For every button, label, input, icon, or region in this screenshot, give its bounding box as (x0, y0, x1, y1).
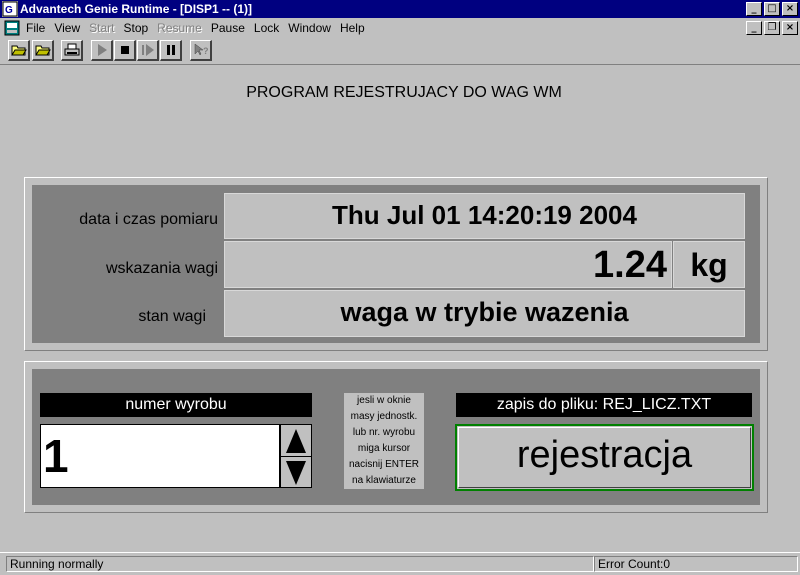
help-button[interactable]: ? (190, 40, 212, 61)
weight-unit-box: kg (673, 241, 745, 288)
product-number-header: numer wyrobu (40, 393, 312, 417)
open-display-icon (34, 45, 51, 56)
datetime-label: data i czas pomiaru (79, 211, 218, 228)
product-number-value: 1 (43, 430, 69, 482)
title-bar: G Advantech Genie Runtime - [DISP1 -- (1… (0, 0, 800, 18)
menu-file[interactable]: File (24, 21, 52, 35)
minimize-button[interactable]: _ (746, 2, 762, 16)
mdi-restore-button[interactable]: ❐ (764, 21, 780, 35)
mdi-minimize-button[interactable]: _ (746, 21, 762, 35)
menu-stop[interactable]: Stop (121, 21, 155, 35)
arrow-up-icon (286, 428, 306, 453)
datetime-value: Thu Jul 01 14:20:19 2004 (332, 200, 637, 230)
workspace-border (0, 64, 800, 65)
note-line: miga kursor (357, 443, 411, 454)
menu-window[interactable]: Window (286, 21, 338, 35)
register-button[interactable]: rejestracja (455, 424, 754, 491)
arrow-down-icon (286, 460, 306, 485)
note-line: jesli w oknie (357, 395, 411, 406)
app-icon: G (2, 1, 18, 17)
product-number-stepper[interactable] (280, 424, 312, 488)
pause-button[interactable] (160, 40, 182, 61)
state-value: waga w trybie wazenia (340, 297, 629, 327)
svg-text:G: G (5, 5, 13, 16)
note-line: na klawiaturze (352, 475, 416, 486)
product-number-input[interactable]: 1 (40, 424, 280, 488)
close-button[interactable]: × (782, 2, 798, 16)
open-folder-button[interactable] (8, 40, 30, 61)
stepper-down-button[interactable] (281, 457, 311, 488)
instruction-note: jesli w oknie masy jednostk. lub nr. wyr… (344, 393, 424, 489)
note-line: nacisnij ENTER (348, 459, 420, 470)
weight-value: 1.24 (593, 244, 667, 286)
error-count: Error Count:0 (594, 556, 798, 572)
stop-button[interactable] (114, 40, 136, 61)
help-pointer-icon: ? (194, 43, 209, 56)
page-title: PROGRAM REJESTRUJACY DO WAG WM (246, 84, 562, 101)
print-button[interactable] (61, 40, 83, 61)
menu-start: Start (89, 21, 115, 35)
note-line: masy jednostk. (350, 411, 418, 422)
mdi-close-button[interactable]: × (782, 21, 798, 35)
weight-box: 1.24 (224, 241, 672, 288)
status-text: Running normally (6, 556, 594, 572)
status-bar: Running normally Error Count:0 (0, 552, 800, 575)
step-icon (141, 44, 154, 56)
pause-icon (166, 45, 175, 55)
print-icon (64, 43, 79, 56)
start-button[interactable] (91, 40, 113, 61)
menu-pause[interactable]: Pause (209, 21, 252, 35)
resume-button[interactable] (137, 40, 159, 61)
weight-unit: kg (690, 247, 728, 283)
weight-label: wskazania wagi (105, 260, 218, 277)
toolbar: ? (0, 38, 800, 64)
svg-text:?: ? (203, 46, 209, 56)
datetime-box: Thu Jul 01 14:20:19 2004 (224, 193, 745, 239)
stepper-up-button[interactable] (281, 425, 311, 457)
open-folder-icon (10, 45, 27, 56)
menu-help[interactable]: Help (338, 21, 372, 35)
window-title: Advantech Genie Runtime - [DISP1 -- (1)] (20, 2, 253, 16)
file-header: zapis do pliku: REJ_LICZ.TXT (456, 393, 752, 417)
play-icon (97, 44, 107, 56)
maximize-button[interactable]: □ (764, 2, 780, 16)
register-button-label: rejestracja (516, 434, 693, 476)
stop-icon (120, 46, 129, 54)
open-display-button[interactable] (32, 40, 54, 61)
menu-lock[interactable]: Lock (252, 21, 286, 35)
menu-resume: Resume (157, 21, 202, 35)
note-line: lub nr. wyrobu (352, 427, 416, 438)
state-label: stan wagi (138, 308, 206, 325)
menu-view[interactable]: View (52, 21, 87, 35)
menu-bar: File View Start Stop Resume Pause Lock Window He… (0, 18, 800, 37)
state-box: waga w trybie wazenia (224, 290, 745, 337)
document-icon[interactable] (4, 20, 20, 36)
